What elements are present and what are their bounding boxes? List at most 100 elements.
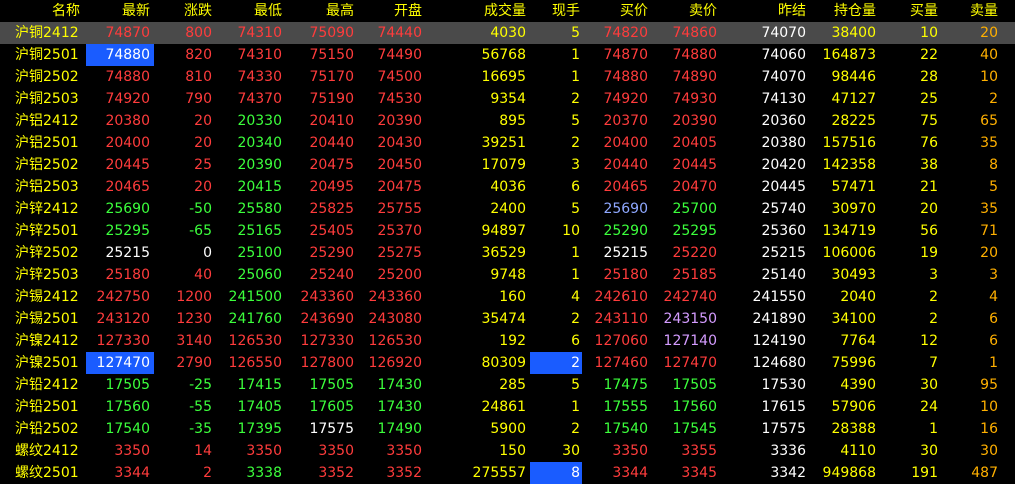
header-current-lot[interactable]: 现手 bbox=[530, 0, 582, 22]
ask-qty: 10 bbox=[980, 399, 998, 415]
header-last[interactable]: 最新 bbox=[86, 0, 154, 22]
table-row[interactable]: 螺纹2501 3344 2 3338 3352 3352 275557 8 3344 3345 33… bbox=[0, 462, 1015, 484]
table-row[interactable]: 沪铅2412 17505 -25 17415 17505 17430 285 5 17475 17… bbox=[0, 374, 1015, 396]
bid-price: 17555 bbox=[603, 399, 648, 415]
last-price: 20465 bbox=[105, 179, 150, 195]
change: 790 bbox=[185, 91, 212, 107]
low-price: 74370 bbox=[237, 91, 282, 107]
table-row[interactable]: 沪锌2503 25180 40 25060 25240 25200 9748 1 25180 25… bbox=[0, 264, 1015, 286]
open-price: 17430 bbox=[377, 377, 422, 393]
table-row[interactable]: 沪铝2503 20465 20 20415 20495 20475 4036 6 20465 20… bbox=[0, 176, 1015, 198]
open-price: 20390 bbox=[377, 113, 422, 129]
table-row[interactable]: 螺纹2412 3350 14 3350 3350 3350 150 30 3350 3355 333… bbox=[0, 440, 1015, 462]
current-lot: 5 bbox=[571, 201, 580, 217]
open-interest: 38400 bbox=[831, 25, 876, 41]
table-row[interactable]: 沪锌2502 25215 0 25100 25290 25275 36529 1 25215 25… bbox=[0, 242, 1015, 264]
volume: 5900 bbox=[490, 421, 526, 437]
table-row[interactable]: 沪锡2412 242750 1200 241500 243360 243360 160 4 24… bbox=[0, 286, 1015, 308]
open-interest: 57471 bbox=[831, 179, 876, 195]
open-interest: 98446 bbox=[831, 69, 876, 85]
bid-price: 127060 bbox=[594, 333, 648, 349]
low-price: 20330 bbox=[237, 113, 282, 129]
ask-qty: 20 bbox=[980, 245, 998, 261]
current-lot: 1 bbox=[571, 399, 580, 415]
low-price: 3338 bbox=[246, 465, 282, 481]
change: -35 bbox=[189, 421, 212, 437]
current-lot: 2 bbox=[571, 311, 580, 327]
volume: 94897 bbox=[481, 223, 526, 239]
header-open-interest[interactable]: 持仓量 bbox=[810, 0, 878, 22]
header-low[interactable]: 最低 bbox=[220, 0, 284, 22]
volume: 17079 bbox=[481, 157, 526, 173]
ask-qty: 10 bbox=[980, 69, 998, 85]
volume: 285 bbox=[499, 377, 526, 393]
contract-name: 沪铝2503 bbox=[15, 179, 79, 195]
low-price: 25100 bbox=[237, 245, 282, 261]
high-price: 243690 bbox=[300, 311, 354, 327]
low-price: 74310 bbox=[237, 25, 282, 41]
table-row[interactable]: 沪铜2412 74870 800 74310 75090 74440 4030 5 74820 7… bbox=[0, 22, 1015, 44]
bid-qty: 22 bbox=[920, 47, 938, 63]
header-change[interactable]: 涨跌 bbox=[158, 0, 214, 22]
table-row[interactable]: 沪铜2503 74920 790 74370 75190 74530 9354 2 74920 7… bbox=[0, 88, 1015, 110]
change: 1230 bbox=[176, 311, 212, 327]
open-price: 17430 bbox=[377, 399, 422, 415]
header-open[interactable]: 开盘 bbox=[360, 0, 424, 22]
header-ask[interactable]: 卖价 bbox=[655, 0, 719, 22]
table-row[interactable]: 沪铅2502 17540 -35 17395 17575 17490 5900 2 17540 1… bbox=[0, 418, 1015, 440]
ask-price: 20470 bbox=[672, 179, 717, 195]
high-price: 75190 bbox=[309, 91, 354, 107]
volume: 56768 bbox=[481, 47, 526, 63]
header-bid[interactable]: 买价 bbox=[590, 0, 650, 22]
change: -55 bbox=[189, 399, 212, 415]
last-price: 127470 bbox=[86, 352, 154, 374]
open-interest: 164873 bbox=[822, 47, 876, 63]
open-interest: 106006 bbox=[822, 245, 876, 261]
low-price: 17395 bbox=[237, 421, 282, 437]
ask-price: 17545 bbox=[672, 421, 717, 437]
header-prev-settle[interactable]: 昨结 bbox=[735, 0, 808, 22]
high-price: 20475 bbox=[309, 157, 354, 173]
bid-price: 17475 bbox=[603, 377, 648, 393]
bid-price: 242610 bbox=[594, 289, 648, 305]
change: 0 bbox=[203, 245, 212, 261]
bid-qty: 20 bbox=[920, 201, 938, 217]
table-row[interactable]: 沪镍2412 127330 3140 126530 127330 126530 192 6 12… bbox=[0, 330, 1015, 352]
ask-qty: 6 bbox=[989, 311, 998, 327]
change: 1200 bbox=[176, 289, 212, 305]
contract-name: 螺纹2412 bbox=[15, 443, 79, 459]
volume: 9354 bbox=[490, 91, 526, 107]
header-bid-qty[interactable]: 买量 bbox=[880, 0, 940, 22]
header-name[interactable]: 名称 bbox=[0, 0, 85, 22]
prev-settle: 20380 bbox=[761, 135, 806, 151]
table-row[interactable]: 沪铜2502 74880 810 74330 75170 74500 16695 1 74880… bbox=[0, 66, 1015, 88]
prev-settle: 20445 bbox=[761, 179, 806, 195]
open-price: 25755 bbox=[377, 201, 422, 217]
header-high[interactable]: 最高 bbox=[290, 0, 356, 22]
open-interest: 949868 bbox=[822, 465, 876, 481]
current-lot: 2 bbox=[571, 135, 580, 151]
last-price: 3350 bbox=[114, 443, 150, 459]
open-interest: 30493 bbox=[831, 267, 876, 283]
low-price: 74310 bbox=[237, 47, 282, 63]
table-row[interactable]: 沪铝2501 20400 20 20340 20440 20430 39251 2 20400 2… bbox=[0, 132, 1015, 154]
high-price: 127330 bbox=[300, 333, 354, 349]
table-row[interactable]: 沪锡2501 243120 1230 241760 243690 243080 35474 2… bbox=[0, 308, 1015, 330]
open-price: 25275 bbox=[377, 245, 422, 261]
ask-price: 74930 bbox=[672, 91, 717, 107]
table-row[interactable]: 沪锌2501 25295 -65 25165 25405 25370 94897 10 2529… bbox=[0, 220, 1015, 242]
header-volume[interactable]: 成交量 bbox=[460, 0, 530, 22]
open-price: 126530 bbox=[368, 333, 422, 349]
table-row[interactable]: 沪镍2501 127470 2790 126550 127800 126920 80309 2… bbox=[0, 352, 1015, 374]
bid-qty: 21 bbox=[920, 179, 938, 195]
contract-name: 沪锡2412 bbox=[15, 289, 79, 305]
table-row[interactable]: 沪铜2501 74880 820 74310 75150 74490 56768 1 74870… bbox=[0, 44, 1015, 66]
open-price: 25200 bbox=[377, 267, 422, 283]
ask-price: 20390 bbox=[672, 113, 717, 129]
low-price: 17415 bbox=[237, 377, 282, 393]
table-row[interactable]: 沪铝2502 20445 25 20390 20475 20450 17079 3 20440 2… bbox=[0, 154, 1015, 176]
table-row[interactable]: 沪铅2501 17560 -55 17405 17605 17430 24861 1 17555… bbox=[0, 396, 1015, 418]
table-row[interactable]: 沪铝2412 20380 20 20330 20410 20390 895 5 20370 203… bbox=[0, 110, 1015, 132]
header-ask-qty[interactable]: 卖量 bbox=[945, 0, 1000, 22]
table-row[interactable]: 沪锌2412 25690 -50 25580 25825 25755 2400 5 25690 2… bbox=[0, 198, 1015, 220]
